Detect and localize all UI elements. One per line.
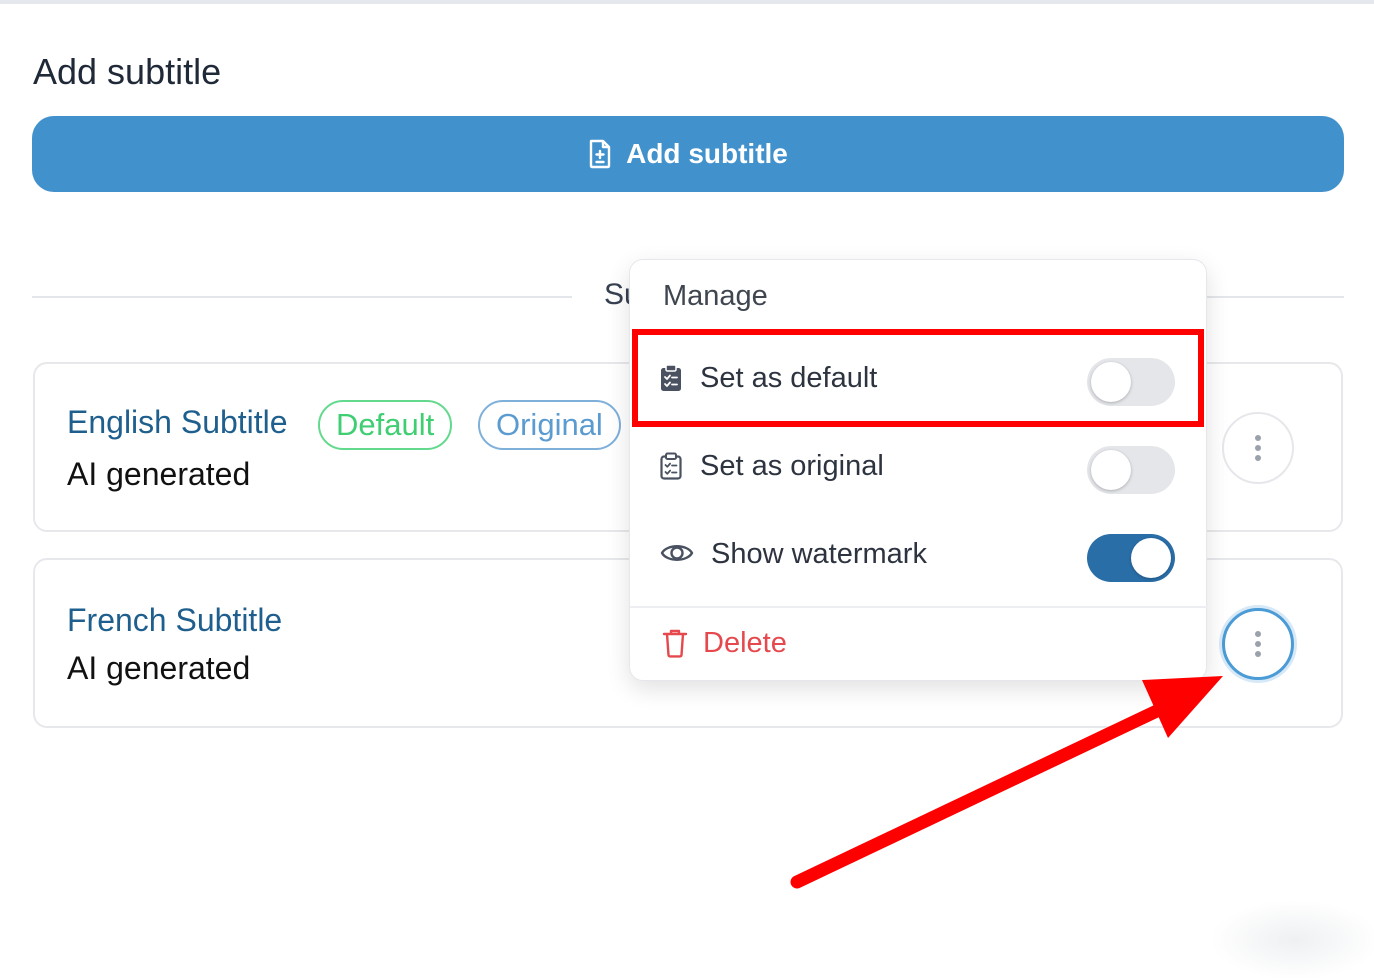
vertical-dots-icon — [1255, 631, 1261, 657]
trash-icon — [662, 628, 688, 663]
menu-item-label: Set as default — [700, 362, 878, 394]
subtitle-meta: AI generated — [67, 650, 251, 686]
clipboard-check-icon — [660, 364, 682, 397]
corner-shadow — [1210, 900, 1374, 980]
divider-line-left — [32, 296, 572, 298]
menu-item-delete[interactable]: Delete — [630, 610, 1208, 680]
subtitle-actions-button-french[interactable] — [1222, 608, 1294, 680]
set-as-default-toggle[interactable] — [1087, 358, 1175, 406]
menu-header: Manage — [663, 280, 768, 312]
original-badge: Original — [478, 400, 621, 450]
subtitle-actions-button-english[interactable] — [1222, 412, 1294, 484]
menu-item-label: Set as original — [700, 450, 884, 482]
menu-divider — [630, 606, 1208, 608]
show-watermark-toggle[interactable] — [1087, 534, 1175, 582]
clipboard-list-icon — [660, 452, 682, 485]
delete-label: Delete — [703, 627, 787, 659]
subtitle-name: French Subtitle — [67, 602, 283, 638]
add-subtitle-button[interactable]: Add subtitle — [32, 116, 1344, 192]
subtitle-meta: AI generated — [67, 456, 251, 492]
subtitle-name: English Subtitle — [67, 404, 288, 440]
menu-item-set-as-original[interactable]: Set as original — [630, 428, 1208, 508]
eye-icon — [660, 540, 694, 571]
top-border — [0, 0, 1374, 4]
set-as-original-toggle[interactable] — [1087, 446, 1175, 494]
menu-item-set-as-default[interactable]: Set as default — [630, 340, 1208, 420]
menu-item-show-watermark[interactable]: Show watermark — [630, 516, 1208, 596]
menu-item-label: Show watermark — [711, 538, 927, 570]
document-plus-icon — [588, 139, 612, 169]
vertical-dots-icon — [1255, 435, 1261, 461]
add-subtitle-button-label: Add subtitle — [626, 138, 788, 169]
divider-label: Su — [604, 278, 630, 311]
section-title: Add subtitle — [33, 51, 222, 92]
divider-line-right — [1206, 296, 1344, 298]
manage-dropdown-menu: Manage Set as default Set as original Sh… — [629, 259, 1208, 681]
default-badge: Default — [318, 400, 453, 450]
